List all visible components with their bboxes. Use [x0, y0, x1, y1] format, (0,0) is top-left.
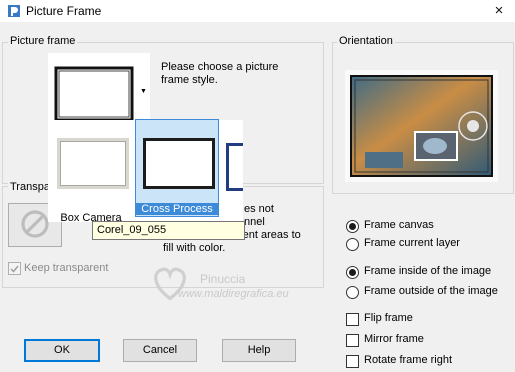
frame-inside-radio[interactable]	[346, 266, 359, 279]
frame-current-layer-radio[interactable]	[346, 238, 359, 251]
transparency-text-line-2: nnel	[244, 216, 265, 228]
rotate-frame-right-checkbox[interactable]	[346, 355, 359, 368]
gallery-item-cy[interactable]: Cy	[222, 125, 243, 205]
tooltip: Corel_09_055	[92, 221, 245, 240]
keep-transparent-label: Keep transparent	[24, 262, 109, 274]
gallery-item-cross-process[interactable]: Cross Process	[135, 119, 219, 217]
gallery-item-box-camera[interactable]: Box Camera	[50, 125, 130, 224]
keep-transparent-checkbox[interactable]	[8, 262, 21, 275]
frame-inside-label: Frame inside of the image	[364, 265, 492, 277]
cancel-button[interactable]: Cancel	[123, 339, 197, 362]
rotate-frame-right-label: Rotate frame right	[364, 354, 453, 366]
gallery-item-label: Cross Process	[136, 203, 218, 215]
transparency-text-line-1: es not	[244, 203, 274, 215]
watermark-line-2: www.maldiregrafica.eu	[178, 288, 289, 300]
no-symbol-icon	[21, 210, 49, 238]
title-bar: Picture Frame ×	[0, 0, 515, 22]
transparency-text-line-3: rent areas to	[239, 229, 301, 241]
flip-frame-label: Flip frame	[364, 312, 413, 324]
watermark-line-1: Pinuccia	[200, 272, 246, 286]
orientation-group-label: Orientation	[337, 35, 395, 47]
picture-frame-group-label: Picture frame	[8, 35, 78, 47]
frame-canvas-label: Frame canvas	[364, 219, 434, 231]
frame-outside-label: Frame outside of the image	[364, 285, 498, 297]
choose-frame-text: Please choose a picture frame style.	[161, 61, 279, 86]
frame-current-layer-label: Frame current layer	[364, 237, 460, 249]
transparency-text-line-4: fill with color.	[163, 242, 226, 254]
mirror-frame-checkbox[interactable]	[346, 334, 359, 347]
app-icon	[8, 5, 20, 17]
frame-gallery: Box Camera Cross Process Cy	[48, 119, 243, 224]
close-icon[interactable]: ×	[489, 1, 509, 21]
frame-outside-radio[interactable]	[346, 286, 359, 299]
orientation-preview-image	[345, 70, 498, 182]
window-title: Picture Frame	[26, 4, 102, 18]
frame-canvas-radio[interactable]	[346, 220, 359, 233]
frame-preview-thumbnail	[54, 66, 134, 122]
mirror-frame-label: Mirror frame	[364, 333, 424, 345]
flip-frame-checkbox[interactable]	[346, 313, 359, 326]
ok-button[interactable]: OK	[24, 339, 100, 362]
dropdown-arrow-icon[interactable]: ▼	[140, 88, 147, 95]
help-button[interactable]: Help	[222, 339, 296, 362]
